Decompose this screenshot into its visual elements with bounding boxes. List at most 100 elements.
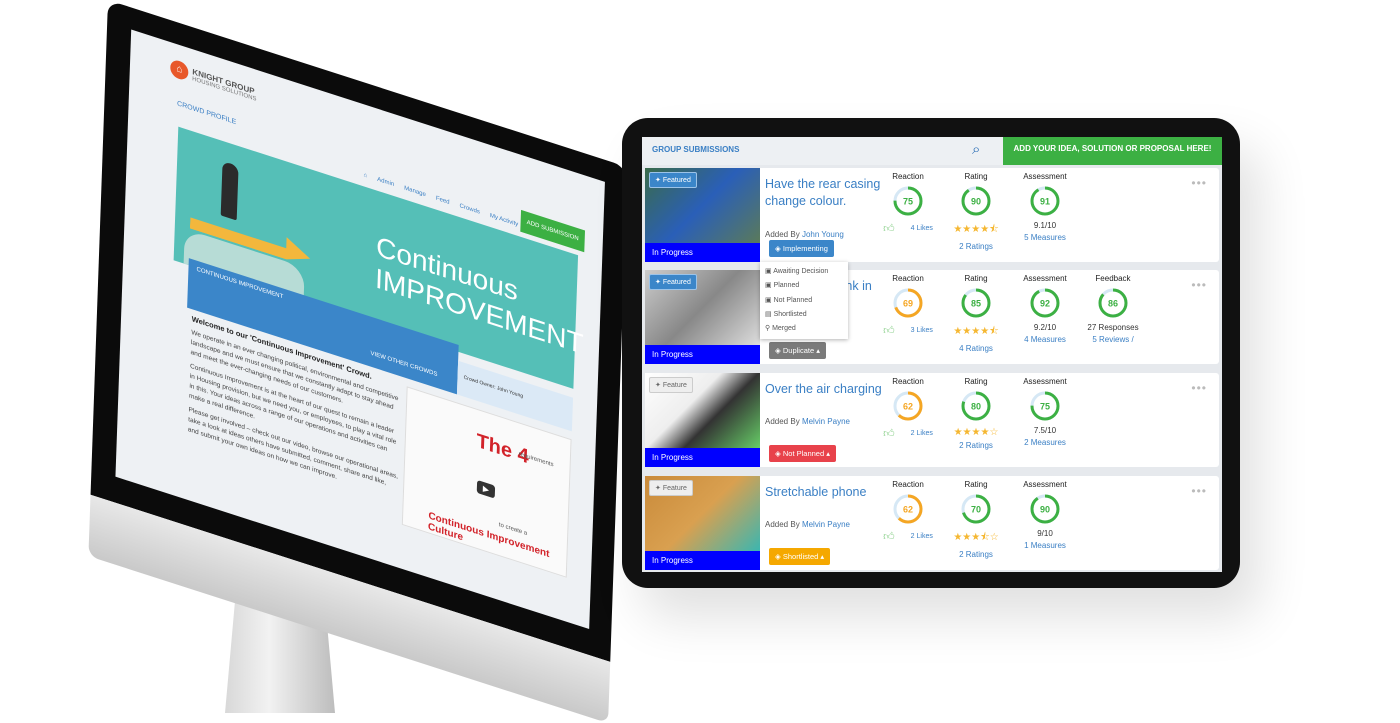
status-button[interactable]: ◈ Not Planned ▴ (769, 445, 837, 462)
thumbs-up-icon[interactable]: 👍︎ (883, 427, 895, 440)
desktop-monitor: ⌂ KNIGHT GROUP HOUSING SOLUTIONS CROWD P… (88, 0, 628, 723)
tablet-screen: GROUP SUBMISSIONS ⌕ ADD YOUR IDEA, SOLUT… (642, 137, 1222, 572)
nav-item[interactable]: Crowds (459, 203, 480, 215)
score-ring: 80 (961, 391, 991, 421)
ratings-count[interactable]: 2 Ratings (941, 550, 1011, 559)
submission-card[interactable]: ✦ Feature In Progress Stretchable phone … (645, 476, 1219, 570)
assessment-metric: Assessment 92 9.2/10 4 Measures (1010, 274, 1080, 344)
status-button[interactable]: ◈ Duplicate ▴ (769, 342, 826, 359)
added-by-label: Added By (765, 417, 800, 426)
added-by: Added By John Young (765, 230, 844, 239)
submission-image[interactable]: ✦ Featured In Progress (645, 270, 760, 364)
more-options-icon[interactable]: ••• (1191, 278, 1207, 292)
nav-item[interactable]: Feed (436, 196, 450, 206)
submission-image[interactable]: ✦ Featured In Progress (645, 168, 760, 262)
svg-text:62: 62 (903, 402, 913, 412)
thumbs-up-icon[interactable]: 👍︎ (883, 222, 895, 235)
star-rating[interactable]: ★★★★☆ (941, 427, 1011, 438)
play-icon[interactable]: ▶ (476, 479, 496, 499)
added-by-label: Added By (765, 230, 800, 239)
submission-card[interactable]: ✦ Featured In Progress Have the rear cas… (645, 168, 1219, 262)
status-icon: ◈ (775, 346, 781, 355)
metric-label: Rating (964, 480, 988, 489)
home-icon[interactable]: ⌂ (363, 172, 367, 179)
rating-metric: Rating 70 ★★★⯪☆ 2 Ratings (941, 480, 1011, 559)
star-rating[interactable]: ★★★★⯪ (941, 324, 1011, 341)
tablet-device: GROUP SUBMISSIONS ⌕ ADD YOUR IDEA, SOLUT… (622, 118, 1240, 588)
submission-image[interactable]: ✦ Feature In Progress (645, 476, 760, 570)
score-ring: 90 (1030, 494, 1060, 524)
ratings-count[interactable]: 2 Ratings (941, 441, 1011, 450)
add-idea-button[interactable]: ADD YOUR IDEA, SOLUTION OR PROPOSAL HERE… (1003, 137, 1222, 165)
more-options-icon[interactable]: ••• (1191, 176, 1207, 190)
reviews-link[interactable]: 5 Reviews / (1078, 335, 1148, 344)
status-button[interactable]: ◈ Shortlisted ▴ (769, 548, 831, 565)
likes-count[interactable]: 4 Likes (911, 225, 933, 232)
metric-label: Rating (964, 274, 988, 283)
ratings-count[interactable]: 4 Ratings (941, 344, 1011, 353)
added-by-label: Added By (765, 520, 800, 529)
star-rating[interactable]: ★★★★⯪ (941, 222, 1011, 239)
search-icon[interactable]: ⌕ (972, 141, 980, 158)
star-rating[interactable]: ★★★⯪☆ (941, 530, 1011, 547)
likes-count[interactable]: 2 Likes (911, 533, 933, 540)
feature-toggle[interactable]: ✦ Featured (649, 274, 697, 290)
nav-item[interactable]: My Activity (490, 213, 519, 228)
nav-item[interactable]: Admin (377, 177, 394, 188)
submission-card[interactable]: ✦ Feature In Progress Over the air charg… (645, 373, 1219, 467)
dropdown-item-shortlisted[interactable]: ▤ Shortlisted (760, 308, 848, 322)
likes-count[interactable]: 2 Likes (911, 430, 933, 437)
logo[interactable]: ⌂ KNIGHT GROUP HOUSING SOLUTIONS (170, 58, 257, 104)
svg-text:75: 75 (1040, 402, 1050, 412)
measures-link[interactable]: 5 Measures (1010, 233, 1080, 242)
svg-text:90: 90 (1040, 505, 1050, 515)
more-options-icon[interactable]: ••• (1191, 484, 1207, 498)
thumbs-up-icon[interactable]: 👍︎ (883, 324, 895, 337)
dropdown-item-awaiting-decision[interactable]: ▣ Awaiting Decision (760, 265, 848, 279)
dropdown-item-planned[interactable]: ▣ Planned (760, 279, 848, 293)
score-ring: 86 (1098, 288, 1128, 318)
nav-item[interactable]: Manage (404, 185, 426, 198)
metric-label: Rating (964, 377, 988, 386)
submission-title[interactable]: Over the air charging (765, 381, 885, 398)
feature-toggle[interactable]: ✦ Featured (649, 172, 697, 188)
status-button[interactable]: ◈ Implementing (769, 240, 834, 257)
dropdown-label: Planned (773, 282, 800, 290)
measures-link[interactable]: 4 Measures (1010, 335, 1080, 344)
svg-text:90: 90 (971, 197, 981, 207)
author-link[interactable]: Melvin Payne (802, 520, 850, 529)
score-ring: 75 (893, 186, 923, 216)
status-label: Shortlisted ▴ (782, 552, 825, 561)
feature-toggle[interactable]: ✦ Feature (649, 377, 693, 393)
metric-label: Reaction (892, 274, 924, 283)
assessment-score: 9/10 (1037, 529, 1053, 538)
assessment-score: 7.5/10 (1033, 426, 1057, 435)
submission-title[interactable]: Have the rear casing change colour. (765, 176, 885, 210)
author-link[interactable]: Melvin Payne (802, 417, 850, 426)
dropdown-label: Not Planned (773, 296, 813, 304)
metric-label: Rating (964, 172, 988, 181)
svg-text:85: 85 (971, 299, 981, 309)
score-ring: 62 (893, 391, 923, 421)
measures-link[interactable]: 1 Measures (1010, 541, 1080, 550)
dropdown-item-merged[interactable]: ⚲ Merged (760, 322, 848, 336)
dropdown-item-not-planned[interactable]: ▣ Not Planned (760, 294, 848, 308)
ratings-count[interactable]: 2 Ratings (941, 242, 1011, 251)
progress-label: In Progress (645, 448, 760, 467)
likes-count[interactable]: 3 Likes (911, 327, 933, 334)
submissions-header: GROUP SUBMISSIONS ⌕ ADD YOUR IDEA, SOLUT… (642, 137, 1222, 165)
submission-image[interactable]: ✦ Feature In Progress (645, 373, 760, 467)
submission-card[interactable]: ✦ Featured In Progress ...nk in ◈ Duplic… (645, 270, 1219, 364)
crowd-profile-link[interactable]: CROWD PROFILE (177, 100, 236, 126)
svg-text:70: 70 (971, 505, 981, 515)
feature-label: Feature (662, 382, 687, 389)
author-link[interactable]: John Young (802, 230, 844, 239)
feature-toggle[interactable]: ✦ Feature (649, 480, 693, 496)
measures-link[interactable]: 2 Measures (1010, 438, 1080, 447)
group-submissions-title: GROUP SUBMISSIONS (652, 145, 740, 154)
more-options-icon[interactable]: ••• (1191, 381, 1207, 395)
house-logo-icon: ⌂ (170, 58, 189, 82)
submission-title[interactable]: Stretchable phone (765, 484, 885, 501)
thumbs-up-icon[interactable]: 👍︎ (883, 530, 895, 543)
score-ring: 62 (893, 494, 923, 524)
